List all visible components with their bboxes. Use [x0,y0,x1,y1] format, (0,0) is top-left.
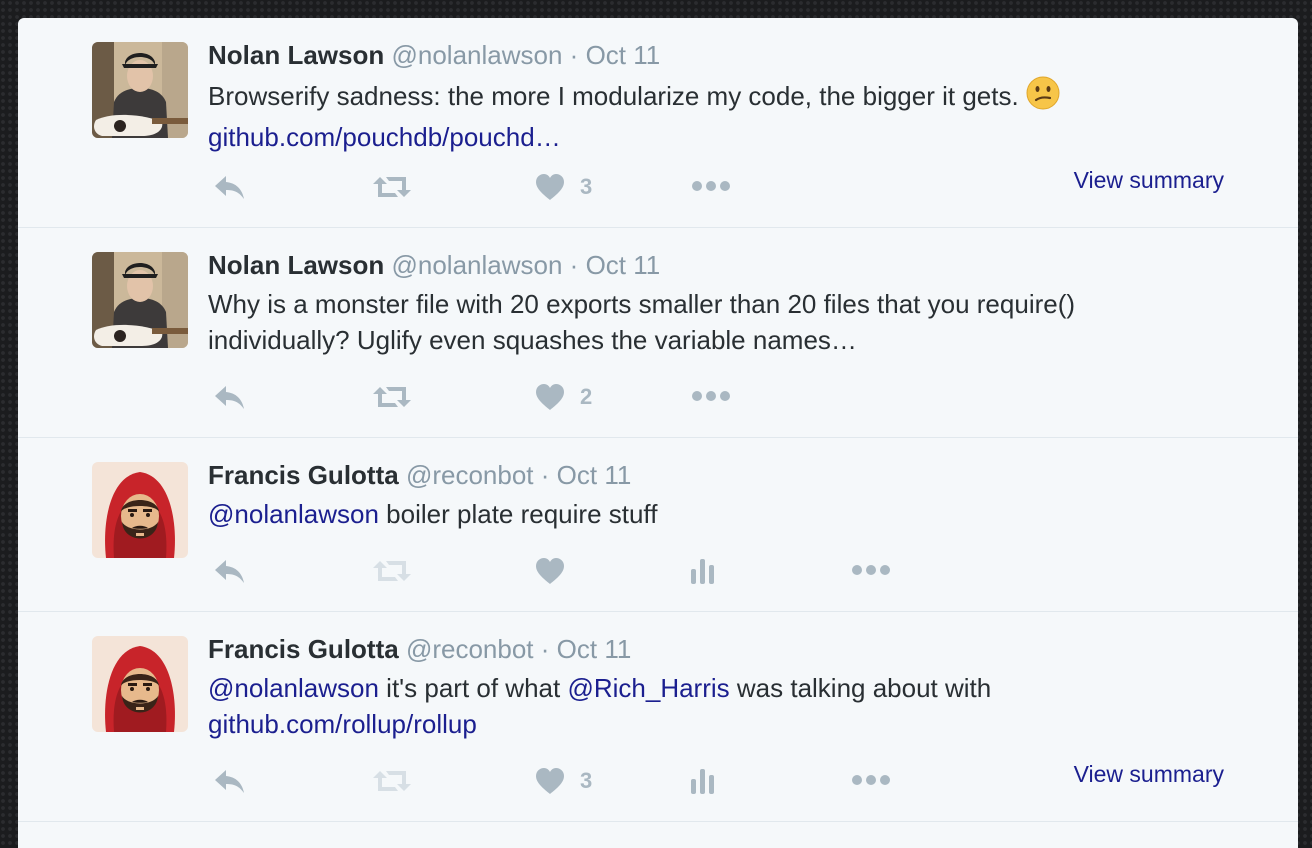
like-count: 2 [580,384,593,409]
fullname[interactable]: Nolan Lawson [208,40,384,70]
reply-button[interactable] [212,172,248,202]
more-button[interactable] [691,390,731,402]
tweet-text-body: Browserify sadness: the more I modulariz… [208,81,1019,111]
timestamp[interactable]: Oct 11 [586,40,661,70]
analytics-button[interactable] [690,556,716,586]
analytics-icon [690,766,716,796]
retweet-button[interactable] [370,556,414,586]
retweet-icon [370,172,414,202]
separator: · [540,634,550,664]
tweet[interactable]: Francis Gulotta @reconbot · Oct 11 @nola… [18,438,1298,612]
avatar[interactable] [92,252,188,348]
fullname[interactable]: Francis Gulotta [208,460,399,490]
heart-icon [534,766,566,796]
tweet[interactable]: Francis Gulotta @reconbot · Oct 11 @nola… [18,612,1298,822]
avatar-image [92,252,188,348]
tweet-link[interactable]: github.com/pouchdb/pouchd… [208,122,561,152]
like-count: 3 [580,174,593,199]
separator: · [569,40,579,70]
retweet-button[interactable] [370,382,414,412]
like-button[interactable]: 3 [534,766,592,796]
timeline: Nolan Lawson @nolanlawson · Oct 11 Brows… [18,18,1298,848]
tweet-text: @nolanlawson boiler plate require stuff [208,496,1218,532]
username[interactable]: @nolanlawson [391,250,562,280]
tweet-text: @nolanlawson it's part of what @Rich_Har… [208,670,1218,742]
tweet-text-body: was talking about with [729,673,992,703]
tweet-header: Francis Gulotta @reconbot · Oct 11 [208,460,631,490]
reply-icon [212,556,248,586]
retweet-button[interactable] [370,766,414,796]
retweet-icon [370,382,414,412]
mention-link[interactable]: @Rich_Harris [567,673,729,703]
more-icon [851,774,891,786]
analytics-icon [690,556,716,586]
tweet[interactable]: Nolan Lawson @nolanlawson · Oct 11 Why i… [18,228,1298,438]
heart-icon [534,172,566,202]
tweet-text: Browserify sadness: the more I modulariz… [208,76,1218,155]
separator: · [540,460,550,490]
more-icon [691,390,731,402]
timestamp[interactable]: Oct 11 [586,250,661,280]
fullname[interactable]: Francis Gulotta [208,634,399,664]
like-count: 3 [580,768,593,793]
reply-button[interactable] [212,382,248,412]
reply-button[interactable] [212,766,248,796]
more-icon [691,180,731,192]
more-button[interactable] [691,180,731,192]
heart-icon [534,382,566,412]
avatar[interactable] [92,42,188,138]
reply-icon [212,766,248,796]
view-summary-link[interactable]: View summary [1074,167,1224,194]
timestamp[interactable]: Oct 11 [557,634,632,664]
tweet-header: Nolan Lawson @nolanlawson · Oct 11 [208,40,660,70]
reply-icon [212,382,248,412]
separator: · [569,250,579,280]
mention-link[interactable]: @nolanlawson [208,499,379,529]
tweet-text: Why is a monster file with 20 exports sm… [208,289,1076,355]
tweet-header: Nolan Lawson @nolanlawson · Oct 11 [208,250,660,280]
tweet-header: Francis Gulotta @reconbot · Oct 11 [208,634,631,664]
avatar-image [92,462,188,558]
reply-button[interactable] [212,556,248,586]
confused-face-icon [1026,76,1060,119]
timestamp[interactable]: Oct 11 [557,460,632,490]
tweet-text-body: it's part of what [378,673,568,703]
username[interactable]: @nolanlawson [391,40,562,70]
like-button[interactable]: 3 [534,172,592,202]
more-button[interactable] [851,774,891,786]
like-button[interactable]: 2 [534,382,592,412]
username[interactable]: @reconbot [406,634,534,664]
mention-link[interactable]: @nolanlawson [208,673,379,703]
tweet-text-body: boiler plate require stuff [378,499,658,529]
tweet-link[interactable]: github.com/rollup/rollup [208,709,477,739]
retweet-icon [370,556,414,586]
heart-icon [534,556,566,586]
view-summary-link[interactable]: View summary [1074,761,1224,788]
avatar-image [92,636,188,732]
retweet-button[interactable] [370,172,414,202]
username[interactable]: @reconbot [406,460,534,490]
like-button[interactable] [534,556,566,586]
analytics-button[interactable] [690,766,716,796]
avatar-image [92,42,188,138]
tweet[interactable]: Nolan Lawson @nolanlawson · Oct 11 Brows… [18,18,1298,228]
reply-icon [212,172,248,202]
avatar[interactable] [92,636,188,732]
fullname[interactable]: Nolan Lawson [208,250,384,280]
more-icon [851,564,891,576]
more-button[interactable] [851,564,891,576]
avatar[interactable] [92,462,188,558]
retweet-icon [370,766,414,796]
